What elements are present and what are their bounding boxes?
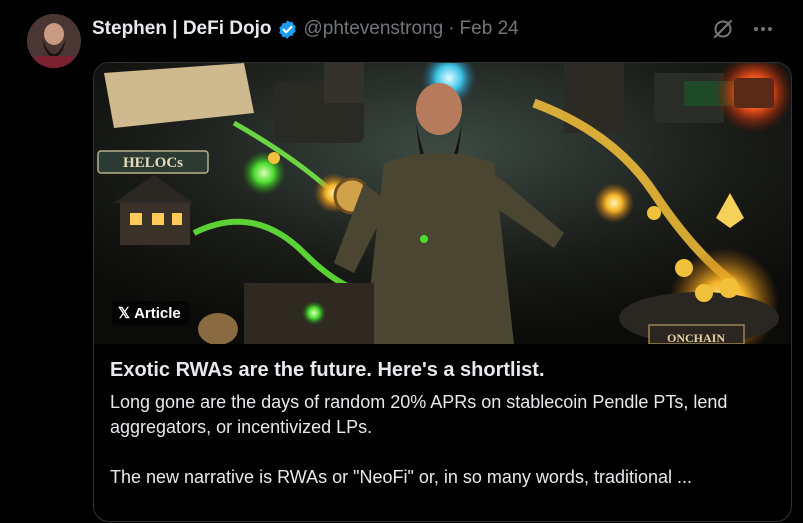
article-description-para-1: Long gone are the days of random 20% APR… bbox=[110, 392, 728, 437]
more-options-icon[interactable] bbox=[751, 17, 775, 41]
author-name[interactable]: Stephen | DeFi Dojo bbox=[92, 18, 272, 40]
avatar-image bbox=[27, 14, 81, 68]
separator-dot: · bbox=[448, 18, 455, 39]
article-description-para-2: The new narrative is RWAs or "NeoFi" or,… bbox=[110, 467, 692, 487]
article-cover-image[interactable]: HELOCs ONCHAIN 𝕏 Article bbox=[94, 63, 791, 344]
header-actions bbox=[711, 17, 775, 41]
avatar[interactable] bbox=[27, 14, 81, 68]
tweet-header: Stephen | DeFi Dojo @phtevenstrong · Feb… bbox=[92, 17, 783, 41]
x-logo-icon: 𝕏 bbox=[118, 305, 131, 322]
verified-badge-icon[interactable] bbox=[277, 19, 298, 40]
article-description: Long gone are the days of random 20% APR… bbox=[110, 390, 775, 490]
helocs-sign-text: HELOCs bbox=[123, 155, 183, 171]
article-card[interactable]: HELOCs ONCHAIN 𝕏 Article Exotic RWAs are… bbox=[93, 62, 792, 522]
grok-icon[interactable] bbox=[711, 17, 735, 41]
tweet-date[interactable]: Feb 24 bbox=[460, 18, 519, 40]
onchain-sign-text: ONCHAIN bbox=[667, 331, 725, 344]
tweet[interactable]: Stephen | DeFi Dojo @phtevenstrong · Feb… bbox=[0, 0, 803, 523]
article-title[interactable]: Exotic RWAs are the future. Here's a sho… bbox=[110, 356, 775, 384]
article-card-body: Exotic RWAs are the future. Here's a sho… bbox=[110, 356, 775, 490]
article-badge-label: Article bbox=[134, 304, 181, 322]
article-badge: 𝕏 Article bbox=[112, 301, 189, 325]
author-handle[interactable]: @phtevenstrong bbox=[304, 18, 444, 40]
